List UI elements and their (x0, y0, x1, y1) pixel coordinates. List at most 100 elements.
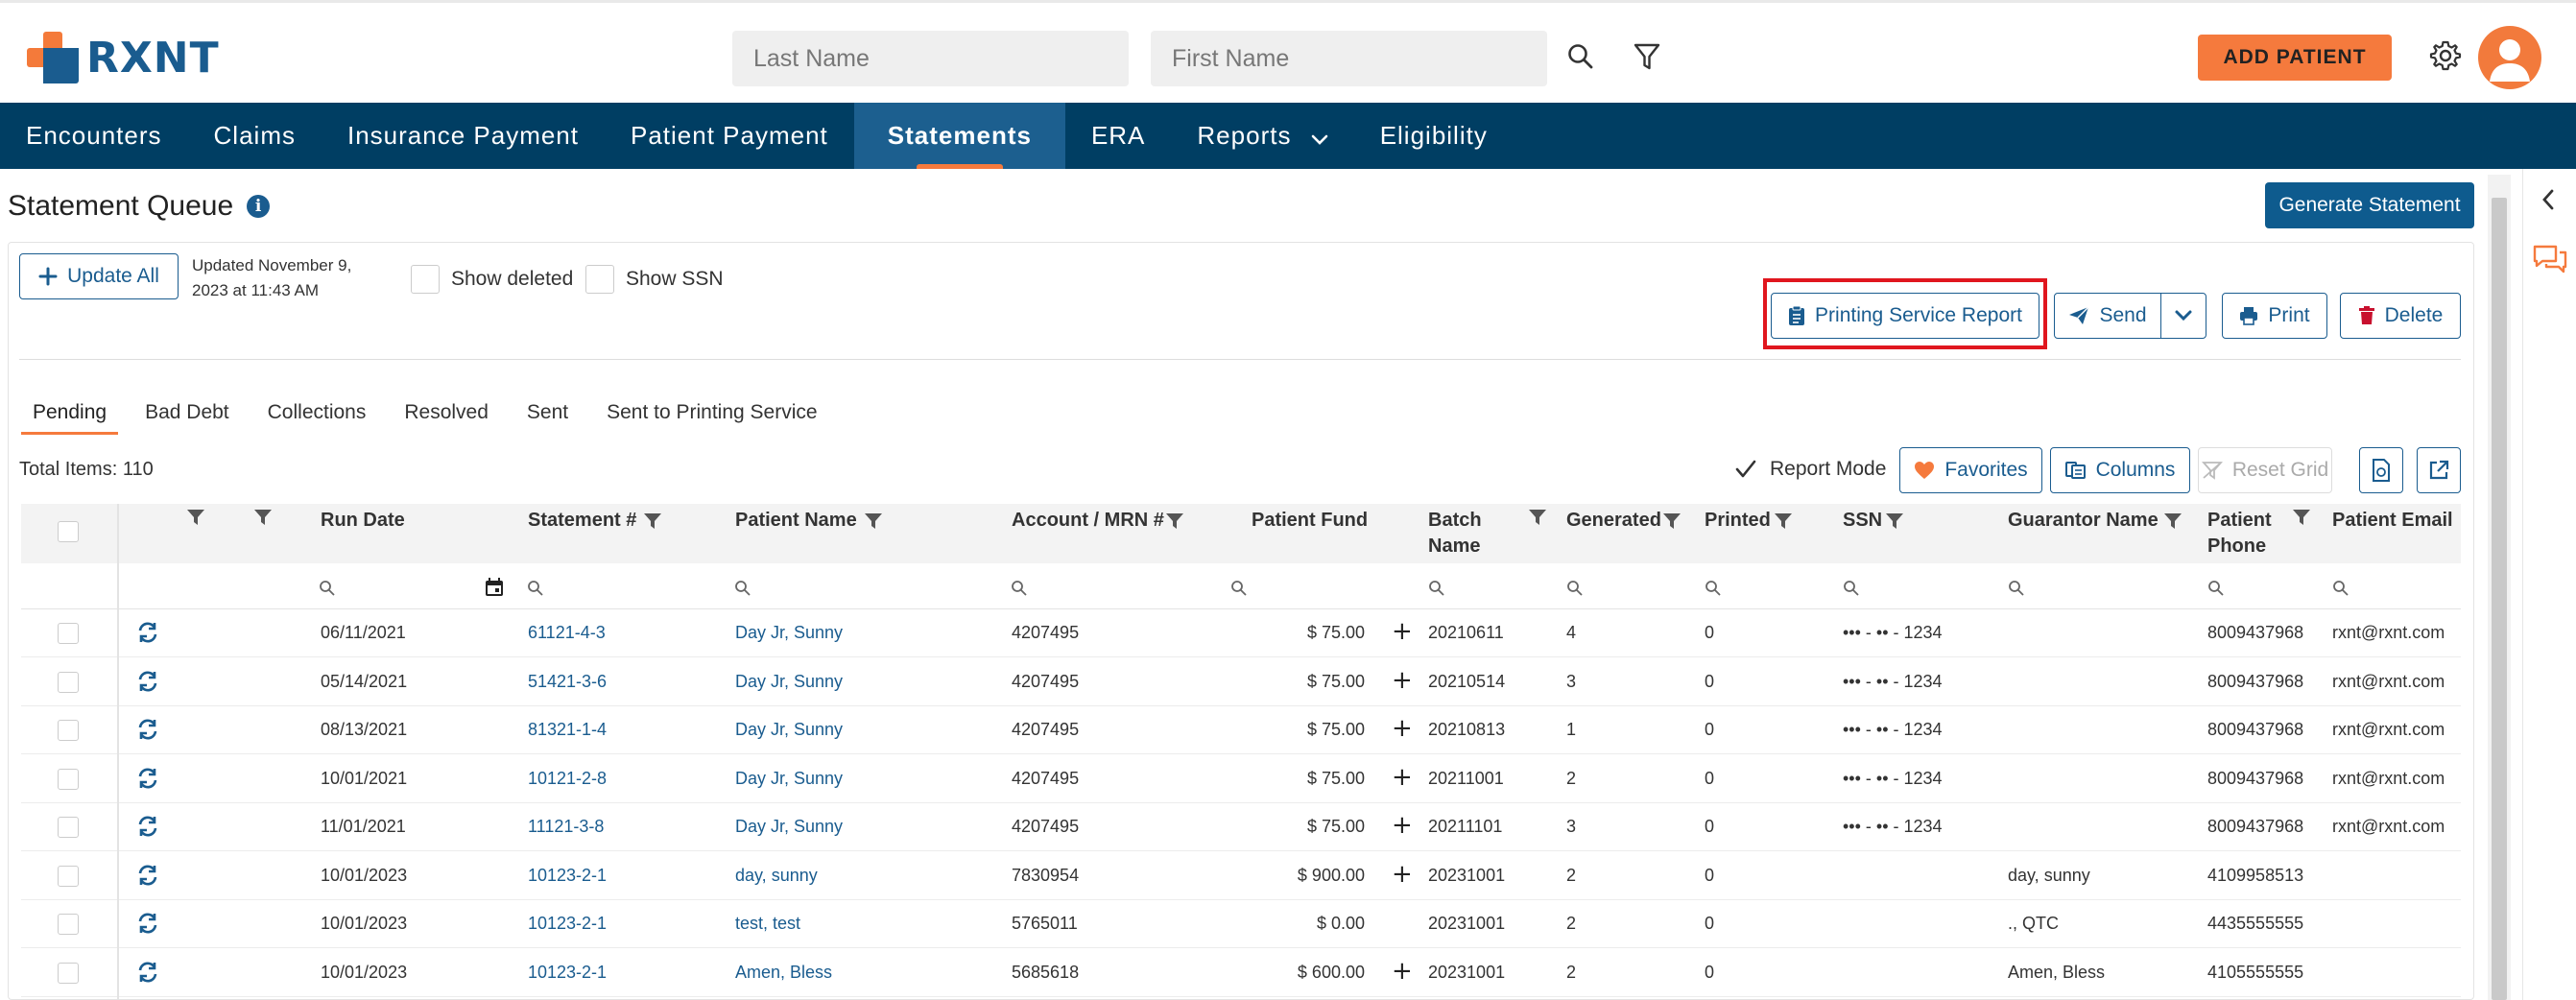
col-patient-email[interactable]: Patient Email (2332, 508, 2453, 534)
filter-icon[interactable] (2292, 508, 2311, 527)
report-mode-toggle[interactable]: Report Mode (1733, 457, 1886, 482)
filter-icon[interactable] (253, 508, 273, 527)
reset-grid-button[interactable]: Reset Grid (2198, 447, 2332, 493)
add-fund-plus-icon[interactable]: + (1392, 957, 1413, 986)
scrollbar-thumb[interactable] (2492, 198, 2507, 1000)
add-fund-plus-icon[interactable]: + (1392, 666, 1413, 695)
row-checkbox[interactable] (58, 962, 79, 984)
nav-item-eligibility[interactable]: Eligibility (1354, 103, 1514, 169)
cell-patient-name[interactable]: Day Jr, Sunny (735, 623, 843, 643)
filter-icon[interactable] (643, 512, 662, 531)
table-row[interactable]: 10/01/2023 10123-2-1 test, test 5765011 $ 0.… (21, 900, 2461, 948)
search-icon[interactable] (1566, 580, 1584, 597)
search-icon[interactable] (2008, 580, 2025, 597)
columns-button[interactable]: Columns (2050, 447, 2190, 493)
cell-statement-number[interactable]: 51421-3-6 (528, 672, 607, 692)
row-checkbox[interactable] (58, 817, 79, 838)
tab-sent[interactable]: Sent (515, 401, 580, 435)
col-ssn[interactable]: SSN (1843, 508, 1882, 534)
report-mode-checkbox[interactable] (1733, 457, 1758, 482)
search-icon[interactable] (2207, 580, 2225, 597)
rxnt-logo[interactable]: RXNT (27, 32, 220, 83)
update-all-button[interactable]: Update All (19, 253, 179, 299)
search-icon[interactable] (1843, 580, 1860, 597)
row-checkbox[interactable] (58, 671, 79, 693)
delete-button[interactable]: Delete (2340, 293, 2461, 339)
show-ssn-toggle[interactable]: Show SSN (585, 265, 724, 294)
generate-statement-button[interactable]: Generate Statement (2265, 182, 2474, 228)
search-icon[interactable] (2332, 580, 2349, 597)
filter-icon[interactable] (1774, 512, 1793, 531)
col-generated[interactable]: Generated (1566, 508, 1661, 534)
table-row[interactable]: 06/11/2021 61121-4-3 Day Jr, Sunny 4207495 $… (21, 609, 2461, 657)
user-avatar[interactable] (2478, 26, 2541, 89)
filter-icon[interactable] (1662, 512, 1682, 531)
col-statement-number[interactable]: Statement # (528, 508, 636, 534)
table-row[interactable]: 05/14/2021 51421-3-6 Day Jr, Sunny 4207495 $… (21, 658, 2461, 706)
row-checkbox[interactable] (58, 720, 79, 741)
cell-patient-name[interactable]: day, sunny (735, 866, 818, 886)
nav-item-encounters[interactable]: Encounters (0, 103, 188, 169)
search-icon[interactable] (1562, 37, 1600, 76)
search-icon[interactable] (734, 580, 751, 597)
info-icon[interactable]: i (247, 195, 271, 218)
filter-icon[interactable] (1165, 512, 1184, 531)
cell-statement-number[interactable]: 11121-3-8 (528, 817, 604, 837)
tab-resolved[interactable]: Resolved (393, 401, 500, 435)
favorites-button[interactable]: Favorites (1899, 447, 2042, 493)
cell-patient-name[interactable]: test, test (735, 914, 800, 934)
col-run-date[interactable]: Run Date (321, 508, 405, 534)
add-fund-plus-icon[interactable]: + (1392, 763, 1413, 792)
refresh-icon[interactable] (136, 767, 159, 790)
row-checkbox[interactable] (58, 865, 79, 887)
cell-patient-name[interactable]: Day Jr, Sunny (735, 720, 843, 740)
col-guarantor-name[interactable]: Guarantor Name (2008, 508, 2159, 534)
refresh-icon[interactable] (136, 621, 159, 644)
refresh-icon[interactable] (136, 912, 159, 935)
search-icon[interactable] (527, 580, 544, 597)
filter-icon[interactable] (1885, 512, 1904, 531)
col-patient-fund[interactable]: Patient Fund (1252, 508, 1368, 534)
refresh-icon[interactable] (136, 864, 159, 887)
col-patient-phone[interactable]: Patient Phone (2207, 508, 2272, 560)
col-patient-name[interactable]: Patient Name (735, 508, 857, 534)
table-row[interactable]: 08/13/2021 81321-1-4 Day Jr, Sunny 4207495 $… (21, 706, 2461, 754)
col-printed[interactable]: Printed (1705, 508, 1771, 534)
search-icon[interactable] (319, 580, 336, 597)
search-icon[interactable] (1011, 580, 1028, 597)
cell-statement-number[interactable]: 10121-2-8 (528, 769, 607, 789)
show-deleted-checkbox[interactable] (411, 265, 440, 294)
refresh-icon[interactable] (136, 961, 159, 984)
table-row[interactable]: 10/01/2023 10123-2-1 day, sunny 7830954 $ 90… (21, 852, 2461, 900)
filter-icon[interactable] (1628, 37, 1666, 76)
export-csv-button[interactable] (2359, 447, 2403, 493)
nav-item-reports[interactable]: Reports (1171, 103, 1353, 169)
search-icon[interactable] (1705, 580, 1722, 597)
first-name-input[interactable] (1151, 31, 1547, 86)
send-options-dropdown[interactable] (2160, 293, 2206, 339)
row-checkbox[interactable] (58, 768, 79, 790)
show-deleted-toggle[interactable]: Show deleted (411, 265, 573, 294)
print-button[interactable]: Print (2222, 293, 2327, 339)
cell-patient-name[interactable]: Day Jr, Sunny (735, 769, 843, 789)
open-external-button[interactable] (2417, 447, 2461, 493)
add-fund-plus-icon[interactable]: + (1392, 860, 1413, 889)
row-checkbox[interactable] (58, 623, 79, 644)
settings-gear-icon[interactable] (2426, 36, 2465, 75)
col-account-mrn[interactable]: Account / MRN # (1012, 508, 1164, 534)
add-fund-plus-icon[interactable]: + (1392, 617, 1413, 646)
nav-item-patient-payment[interactable]: Patient Payment (605, 103, 854, 169)
tab-sent-to-printing-service[interactable]: Sent to Printing Service (595, 401, 828, 435)
tab-collections[interactable]: Collections (256, 401, 378, 435)
cell-patient-name[interactable]: Amen, Bless (735, 963, 832, 983)
select-all-checkbox[interactable] (58, 521, 79, 542)
filter-icon[interactable] (186, 508, 205, 527)
cell-statement-number[interactable]: 10123-2-1 (528, 914, 607, 934)
send-button[interactable]: Send (2054, 293, 2161, 339)
tab-pending[interactable]: Pending (21, 401, 119, 435)
tab-bad-debt[interactable]: Bad Debt (133, 401, 241, 435)
calendar-icon[interactable] (484, 577, 505, 598)
cell-patient-name[interactable]: Day Jr, Sunny (735, 817, 843, 837)
last-name-input[interactable] (732, 31, 1129, 86)
add-fund-plus-icon[interactable]: + (1392, 714, 1413, 743)
